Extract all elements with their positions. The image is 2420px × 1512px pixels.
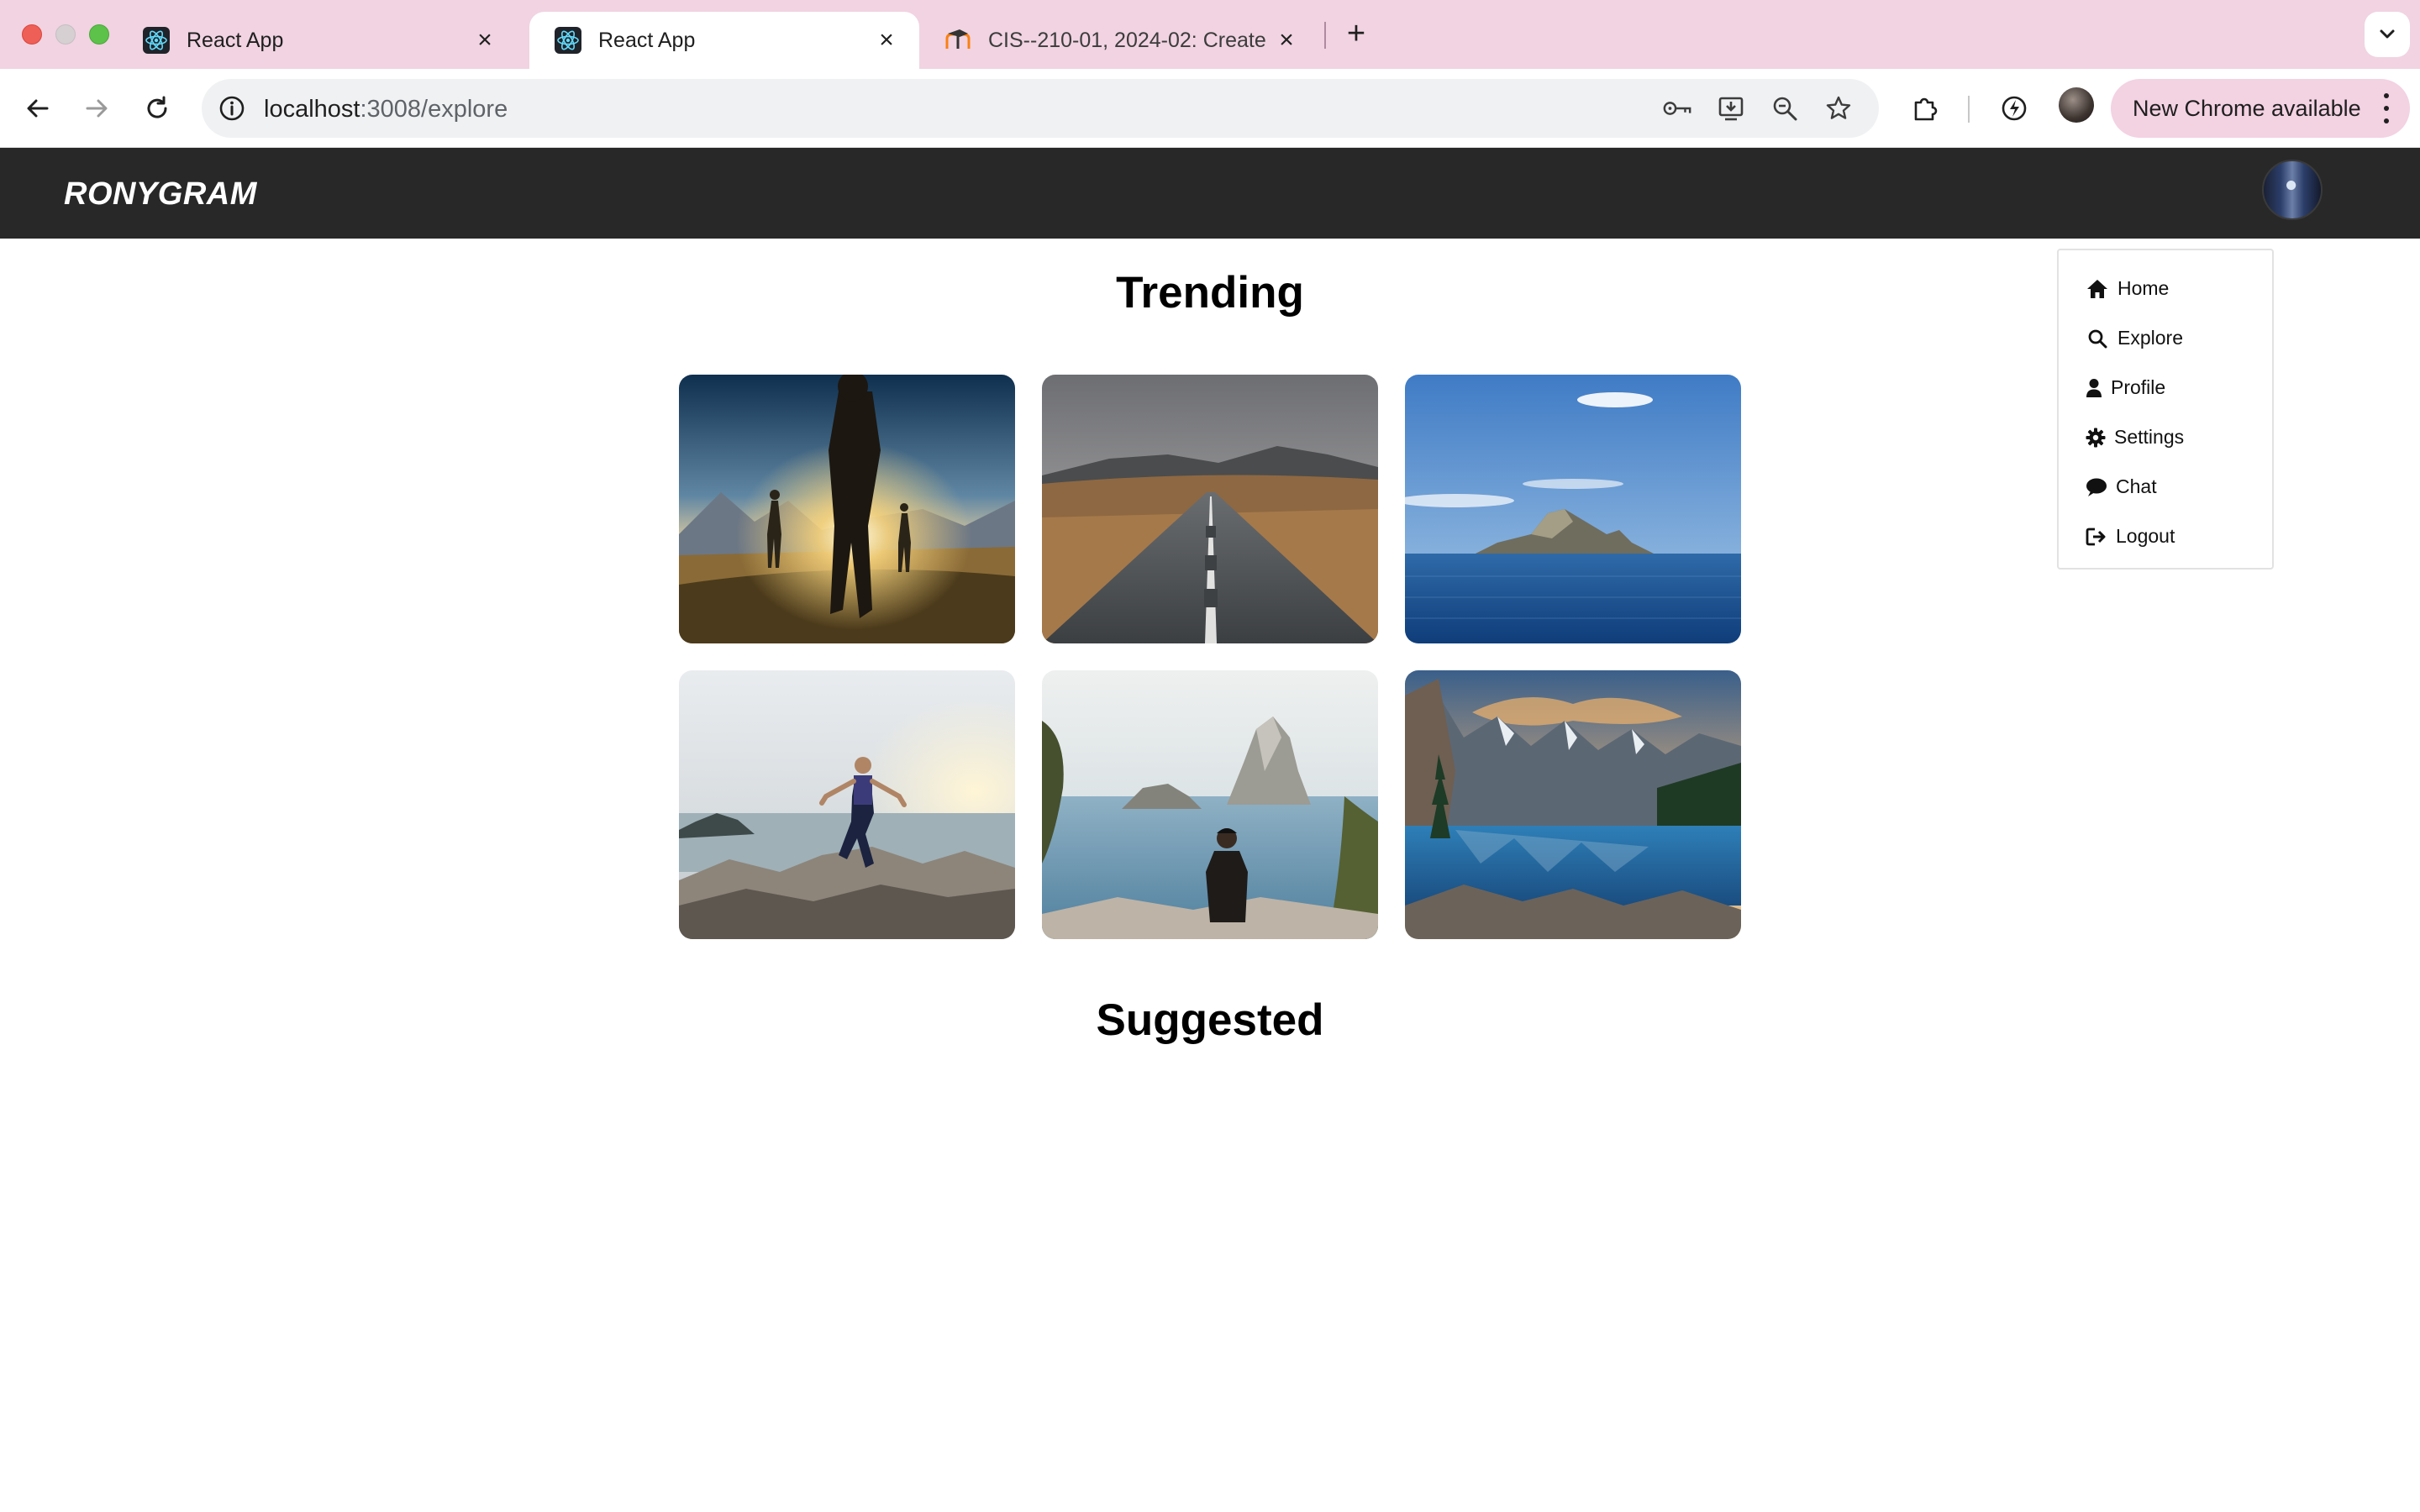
- close-window-button[interactable]: [22, 24, 42, 45]
- react-icon: [555, 27, 581, 54]
- tab-title: React App: [598, 28, 696, 52]
- menu-item-label: Chat: [2116, 475, 2157, 497]
- mountain-lake-photo[interactable]: [1405, 670, 1741, 939]
- tab-separator: [1324, 22, 1326, 49]
- menu-item-logout[interactable]: Logout: [2059, 512, 2272, 561]
- climber-coast-photo[interactable]: [679, 670, 1015, 939]
- brand-logo[interactable]: RONYGRAM: [64, 176, 257, 213]
- menu-item-label: Settings: [2114, 426, 2185, 448]
- close-tab-icon[interactable]: ×: [874, 26, 899, 54]
- new-tab-button[interactable]: +: [1339, 16, 1373, 51]
- trending-photo-grid: [679, 375, 1741, 939]
- tab-title: CIS--210-01, 2024-02: Create: [988, 28, 1266, 52]
- zoom-icon[interactable]: [1770, 93, 1800, 123]
- extensions-button[interactable]: [1904, 87, 1946, 129]
- reload-button[interactable]: [136, 87, 178, 129]
- react-icon: [143, 27, 170, 54]
- menu-item-label: Logout: [2116, 525, 2175, 547]
- chrome-update-button[interactable]: New Chrome available: [2111, 79, 2410, 138]
- suggested-heading: Suggested: [1096, 995, 1324, 1045]
- back-button[interactable]: [17, 87, 59, 129]
- install-app-icon[interactable]: [1716, 93, 1746, 123]
- url-path: :3008/explore: [360, 96, 508, 123]
- search-icon: [2086, 327, 2109, 350]
- close-tab-icon[interactable]: ×: [472, 26, 497, 54]
- tab-title: React App: [187, 28, 284, 52]
- puzzle-icon: [1914, 97, 1938, 121]
- man-watching-rock-island-photo[interactable]: [1042, 670, 1378, 939]
- key-icon[interactable]: [1662, 93, 1692, 123]
- island-sea-photo[interactable]: [1405, 375, 1741, 643]
- browser-tab-2-active[interactable]: React App ×: [529, 12, 919, 69]
- desert-road-photo[interactable]: [1042, 375, 1378, 643]
- url-text[interactable]: localhost:3008/explore: [264, 96, 508, 123]
- profile-avatar[interactable]: [2059, 87, 2094, 123]
- star-icon[interactable]: [1823, 93, 1854, 123]
- update-label: New Chrome available: [2133, 95, 2361, 121]
- browser-tab-1[interactable]: React App ×: [118, 12, 518, 69]
- menu-item-explore[interactable]: Explore: [2059, 313, 2272, 363]
- site-info-icon[interactable]: [217, 93, 247, 123]
- browser-tab-3[interactable]: CIS--210-01, 2024-02: Create ×: [919, 12, 1319, 69]
- moodle-icon: [944, 27, 971, 54]
- menu-item-profile[interactable]: Profile: [2059, 363, 2272, 412]
- chat-icon: [2086, 475, 2107, 499]
- performance-button[interactable]: [1993, 87, 2035, 129]
- menu-item-settings[interactable]: Settings: [2059, 412, 2272, 462]
- user-icon: [2086, 376, 2102, 400]
- leaf-icon: [2002, 96, 2027, 121]
- arrow-right-icon: [86, 99, 108, 118]
- close-tab-icon[interactable]: ×: [1274, 26, 1299, 54]
- maximize-window-button[interactable]: [89, 24, 109, 45]
- hikers-sunset-photo[interactable]: [679, 375, 1015, 643]
- more-menu-icon[interactable]: [2381, 93, 2391, 123]
- url-host: localhost: [264, 96, 360, 123]
- menu-item-label: Profile: [2111, 376, 2166, 398]
- minimize-window-button[interactable]: [55, 24, 76, 45]
- address-bar[interactable]: localhost:3008/explore: [202, 79, 1879, 138]
- browser-toolbar: localhost:3008/explore New Chrome availa…: [0, 69, 2420, 148]
- tab-search-button[interactable]: [2365, 12, 2410, 57]
- gear-icon: [2086, 426, 2106, 449]
- arrow-left-icon: [27, 99, 49, 118]
- user-avatar[interactable]: [2262, 160, 2323, 220]
- menu-item-chat[interactable]: Chat: [2059, 462, 2272, 512]
- menu-item-label: Explore: [2118, 327, 2183, 349]
- tab-strip: React App × React App × CIS--210-01, 202…: [0, 0, 2420, 69]
- logout-icon: [2086, 525, 2107, 549]
- trending-heading: Trending: [1116, 268, 1304, 318]
- forward-button[interactable]: [76, 87, 118, 129]
- chevron-down-icon: [2380, 29, 2395, 39]
- reload-icon: [147, 96, 167, 118]
- app-navbar: RONYGRAM: [0, 148, 2420, 239]
- toolbar-divider: [1968, 96, 1970, 123]
